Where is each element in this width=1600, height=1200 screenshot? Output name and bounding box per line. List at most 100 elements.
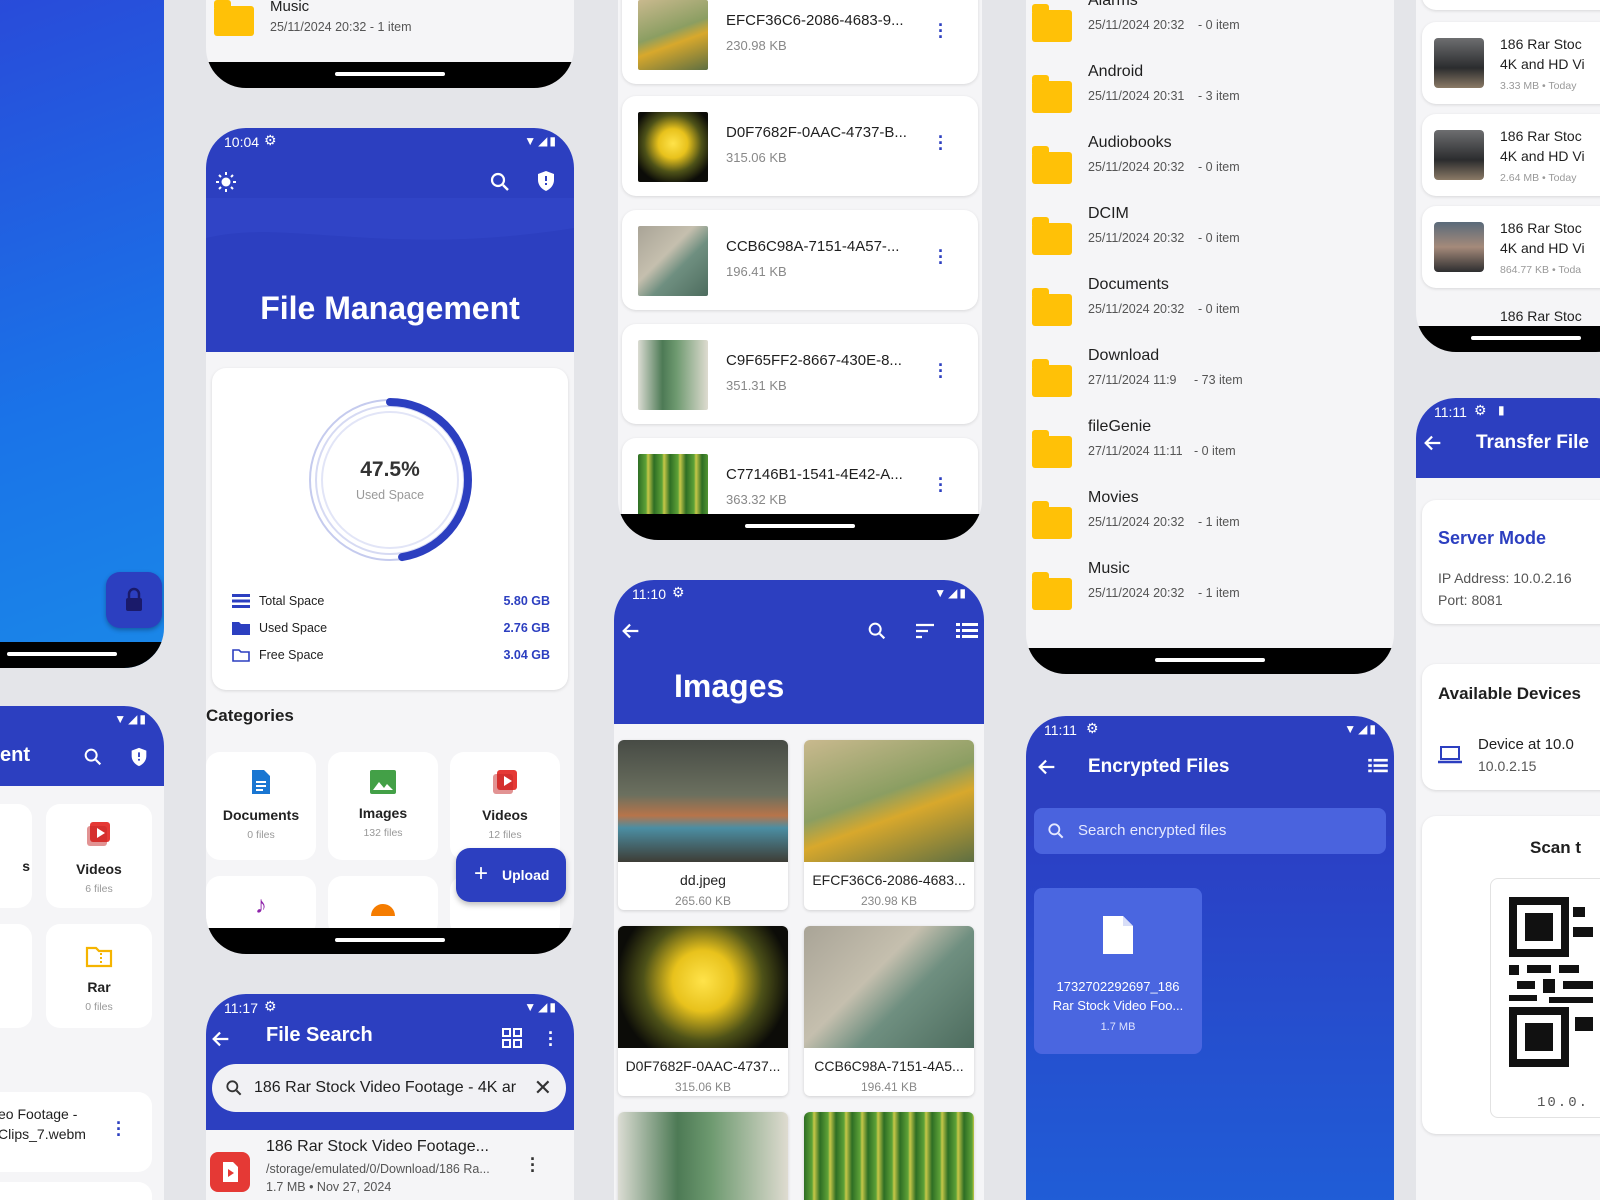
category-rar[interactable]: Rar 0 files (46, 924, 152, 1028)
image-grid-item[interactable] (618, 1112, 788, 1200)
device-item[interactable]: Device at 10.0 (1478, 736, 1574, 753)
image-grid-item[interactable]: EFCF36C6-2086-4683... 230.98 KB (804, 740, 974, 910)
folder-count: - 0 item (1198, 18, 1240, 32)
search-icon[interactable] (866, 620, 888, 642)
storage-card: 47.5% Used Space Total Space 5.80 GB Use… (212, 368, 568, 690)
image-thumbnail (638, 112, 708, 182)
gear-icon: ⚙ (264, 998, 277, 1014)
nav-bar (1026, 648, 1394, 674)
search-encrypted-input[interactable]: Search encrypted files (1034, 808, 1386, 854)
folder-list-item[interactable]: Download 27/11/2024 11:9 - 73 item (1026, 343, 1394, 409)
grid-view-icon[interactable] (502, 1028, 522, 1048)
encrypted-file-card[interactable]: 1732702292697_186 Rar Stock Video Foo...… (1034, 888, 1202, 1054)
image-grid-item[interactable]: CCB6C98A-7151-4A5... 196.41 KB (804, 926, 974, 1096)
shield-icon[interactable] (534, 168, 558, 194)
category-images[interactable]: Images 132 files (328, 752, 438, 860)
plus-icon: + (474, 860, 489, 887)
more-options-icon[interactable]: · · · (936, 128, 946, 158)
page-title: Encrypted Files (1088, 756, 1230, 777)
nav-bar (206, 62, 574, 88)
server-mode-card: Server Mode IP Address: 10.0.2.16 Port: … (1422, 500, 1600, 624)
phone-transfer-file: 11:11 ⚙ ▮ Transfer File Server Mode IP Add… (1416, 398, 1600, 1200)
page-title: Transfer File (1476, 432, 1589, 453)
video-thumbnail (1434, 222, 1484, 272)
folder-count: - 0 item (1198, 231, 1240, 245)
category-audio[interactable]: ♪ (206, 876, 316, 936)
phone-encrypted-files: 11:11 ⚙ ▼◢▮ Encrypted Files Search encrypt… (1026, 716, 1394, 1200)
file-item[interactable]: D0F7682F-0AAC-4737-B... 315.06 KB · · · (622, 96, 978, 196)
search-icon (226, 1080, 242, 1096)
image-thumbnail (638, 226, 708, 296)
image-thumbnail (618, 740, 788, 862)
file-list-item-2[interactable] (0, 1182, 152, 1200)
image-thumbnail (804, 740, 974, 862)
category-apps[interactable] (328, 876, 438, 936)
list-view-icon[interactable] (956, 622, 978, 640)
image-grid-item[interactable] (804, 1112, 974, 1200)
available-devices-card: Available Devices Device at 10.0 10.0.2.… (1422, 664, 1600, 790)
folder-list-item[interactable]: Alarms 25/11/2024 20:32 - 0 item (1026, 0, 1394, 54)
category-videos[interactable]: Videos 12 files (450, 752, 560, 860)
search-result-item[interactable]: 186 Rar Stock Video Footage... /storage/… (206, 1130, 574, 1200)
video-item-partial[interactable] (1422, 0, 1600, 10)
upload-button[interactable]: + Upload (456, 848, 566, 902)
more-options-icon[interactable]: · · · (546, 1024, 556, 1054)
image-grid-item[interactable]: dd.jpeg 265.60 KB (618, 740, 788, 910)
video-item[interactable]: 186 Rar Stoc 4K and HD Vi 864.77 KB • Toda (1422, 206, 1600, 288)
category-videos[interactable]: Videos 6 files (46, 804, 152, 908)
more-options-icon[interactable]: · · · (936, 356, 946, 386)
theme-toggle-icon[interactable] (214, 170, 238, 194)
folder-outline-icon (232, 649, 250, 662)
back-arrow-icon[interactable] (210, 1028, 232, 1050)
folder-list-item[interactable]: DCIM 25/11/2024 20:32 - 0 item (1026, 201, 1394, 267)
more-options-icon[interactable]: · · · (528, 1150, 538, 1180)
clear-icon[interactable]: ✕ (534, 1075, 552, 1101)
file-item[interactable]: C9F65FF2-8667-430E-8... 351.31 KB · · · (622, 324, 978, 424)
more-options-icon[interactable]: · · · (936, 470, 946, 500)
folder-icon (214, 0, 254, 36)
folder-list-item[interactable]: Audiobooks 25/11/2024 20:32 - 0 item (1026, 130, 1394, 196)
folder-list-item[interactable]: fileGenie 27/11/2024 11:11 - 0 item (1026, 414, 1394, 480)
file-list-item[interactable]: eo Footage - Clips_7.webm · · · (0, 1092, 152, 1172)
more-options-icon[interactable]: · · · (936, 242, 946, 272)
phone-folder-list-partial: Music 25/11/2024 20:32 - 1 item (206, 0, 574, 88)
back-arrow-icon[interactable] (1422, 432, 1444, 454)
video-item-partial-title: 186 Rar Stoc (1500, 308, 1582, 324)
image-grid-item[interactable]: D0F7682F-0AAC-4737... 315.06 KB (618, 926, 788, 1096)
folder-icon (1032, 4, 1072, 42)
sort-icon[interactable] (914, 622, 936, 640)
folder-date: 25/11/2024 20:32 (1088, 302, 1185, 316)
folder-name: fileGenie (1088, 418, 1152, 435)
search-icon[interactable] (488, 170, 512, 194)
folder-name: Music (270, 0, 310, 15)
folder-date: 25/11/2024 20:32 (1088, 515, 1185, 529)
video-item[interactable]: 186 Rar Stoc 4K and HD Vi 3.33 MB • Today (1422, 22, 1600, 104)
category-documents[interactable]: Documents 0 files (206, 752, 316, 860)
file-item[interactable]: CCB6C98A-7151-4A57-... 196.41 KB · · · (622, 210, 978, 310)
phone-images-grid: 11:10 ⚙ ▼◢▮ Images dd.jpeg 265.60 KB EFCF36… (614, 580, 984, 1200)
folder-list-item[interactable]: Documents 25/11/2024 20:32 - 0 item (1026, 272, 1394, 338)
free-space-value: 3.04 GB (503, 648, 550, 662)
search-icon[interactable] (82, 746, 104, 768)
folder-name: Music (1088, 560, 1130, 577)
folder-list-item[interactable]: Music 25/11/2024 20:32 - 1 item (1026, 556, 1394, 622)
list-view-icon[interactable] (1368, 758, 1388, 774)
lock-fab[interactable] (106, 572, 162, 628)
phone-file-search: 11:17 ⚙ ▼◢▮ File Search · · · 186 Rar Stock … (206, 994, 574, 1200)
category-partial[interactable]: s (0, 804, 32, 908)
search-input[interactable]: 186 Rar Stock Video Footage - 4K ar ✕ (212, 1064, 566, 1112)
folder-count: - 1 item (1198, 586, 1240, 600)
category-partial-2[interactable] (0, 924, 32, 1028)
folder-list-item[interactable]: Movies 25/11/2024 20:32 - 1 item (1026, 485, 1394, 551)
folder-name: Audiobooks (1088, 134, 1172, 151)
more-options-icon[interactable]: · · · (114, 1114, 124, 1144)
folder-count: - 3 item (1198, 89, 1240, 103)
folder-list-item[interactable]: Android 25/11/2024 20:31 - 3 item (1026, 59, 1394, 125)
video-item[interactable]: 186 Rar Stoc 4K and HD Vi 2.64 MB • Today (1422, 114, 1600, 196)
file-item[interactable]: EFCF36C6-2086-4683-9... 230.98 KB · · · (622, 0, 978, 84)
shield-icon[interactable] (128, 746, 150, 768)
back-arrow-icon[interactable] (620, 620, 642, 642)
video-thumbnail (1434, 38, 1484, 88)
more-options-icon[interactable]: · · · (936, 16, 946, 46)
back-arrow-icon[interactable] (1036, 756, 1058, 778)
